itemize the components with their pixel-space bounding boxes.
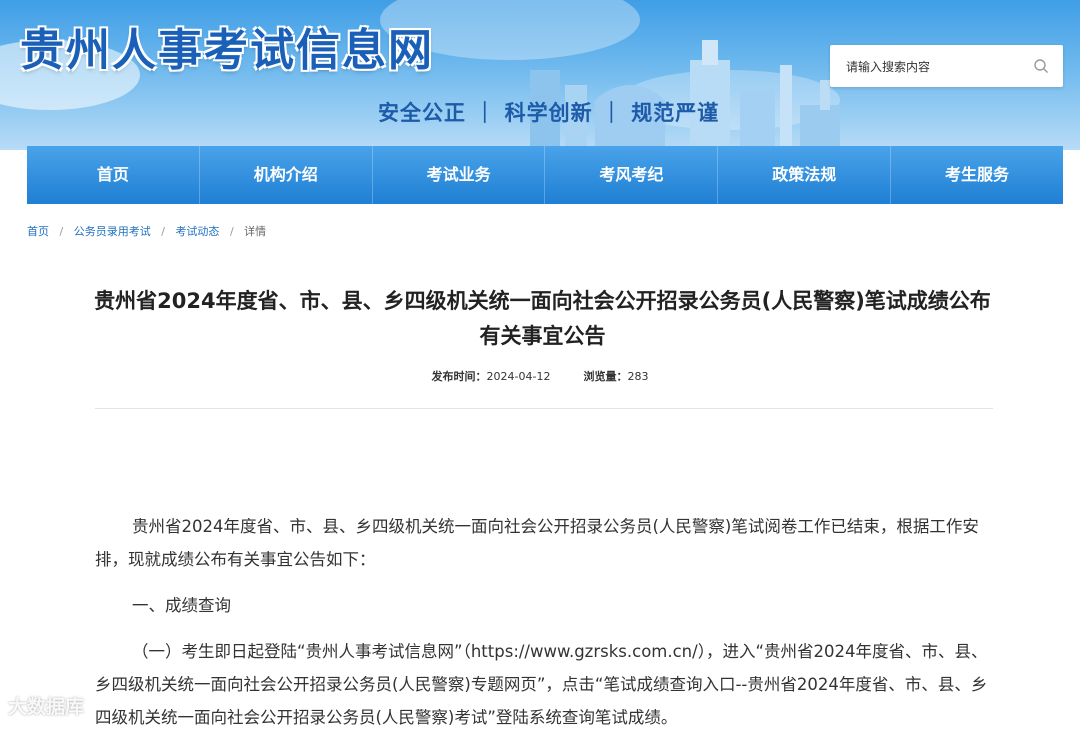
- search-input[interactable]: [844, 56, 1028, 78]
- city-skyline-illustration: [530, 40, 840, 150]
- publish-date-label: 发布时间：: [431, 370, 487, 383]
- site-header: 贵州人事考试信息网 安全公正 ｜ 科学创新 ｜ 规范严谨: [0, 0, 1080, 150]
- search-box: [830, 45, 1063, 87]
- search-icon[interactable]: [1033, 58, 1049, 74]
- breadcrumb-home-link[interactable]: 首页: [27, 225, 49, 238]
- breadcrumb-civil-service-link[interactable]: 公务员录用考试: [74, 225, 151, 238]
- breadcrumb-current: 详情: [244, 225, 267, 238]
- article-meta: 发布时间：2024-04-12 浏览量：283: [0, 368, 1080, 384]
- nav-item-candidate-service[interactable]: 考生服务: [891, 146, 1063, 204]
- article-title: 贵州省2024年度省、市、县、乡四级机关统一面向社会公开招录公务员(人民警察)笔…: [94, 289, 991, 348]
- nav-item-about[interactable]: 机构介绍: [200, 146, 373, 204]
- main-nav: 首页 机构介绍 考试业务 考风考纪 政策法规 考生服务: [27, 146, 1063, 204]
- publish-date: 2024-04-12: [486, 370, 551, 383]
- breadcrumb-separator: /: [161, 225, 165, 238]
- nav-item-exam-discipline[interactable]: 考风考纪: [545, 146, 719, 204]
- article-content: 贵州省2024年度省、市、县、乡四级机关统一面向社会公开招录公务员(人民警察)笔…: [95, 510, 993, 747]
- nav-item-home[interactable]: 首页: [27, 146, 200, 204]
- breadcrumb: 首页 / 公务员录用考试 / 考试动态 / 详情: [27, 223, 266, 239]
- breadcrumb-exam-news-link[interactable]: 考试动态: [175, 225, 219, 238]
- breadcrumb-separator: /: [229, 225, 234, 238]
- nav-item-policy[interactable]: 政策法规: [718, 146, 892, 204]
- section-heading: 一、成绩查询: [132, 596, 231, 615]
- views-label: 浏览量：: [583, 370, 628, 383]
- divider: [95, 408, 993, 409]
- nav-item-exam-business[interactable]: 考试业务: [373, 146, 546, 204]
- paragraph: （一）考生即日起登陆“贵州人事考试信息网”（https://www.gzrsks…: [95, 642, 988, 727]
- breadcrumb-separator: /: [59, 225, 64, 238]
- site-motto: 安全公正 ｜ 科学创新 ｜ 规范严谨: [378, 100, 720, 125]
- site-title[interactable]: 贵州人事考试信息网: [20, 14, 434, 78]
- views-count: 283: [627, 370, 649, 383]
- paragraph: 贵州省2024年度省、市、县、乡四级机关统一面向社会公开招录公务员(人民警察)笔…: [95, 517, 979, 569]
- watermark: 大数据库: [8, 696, 85, 718]
